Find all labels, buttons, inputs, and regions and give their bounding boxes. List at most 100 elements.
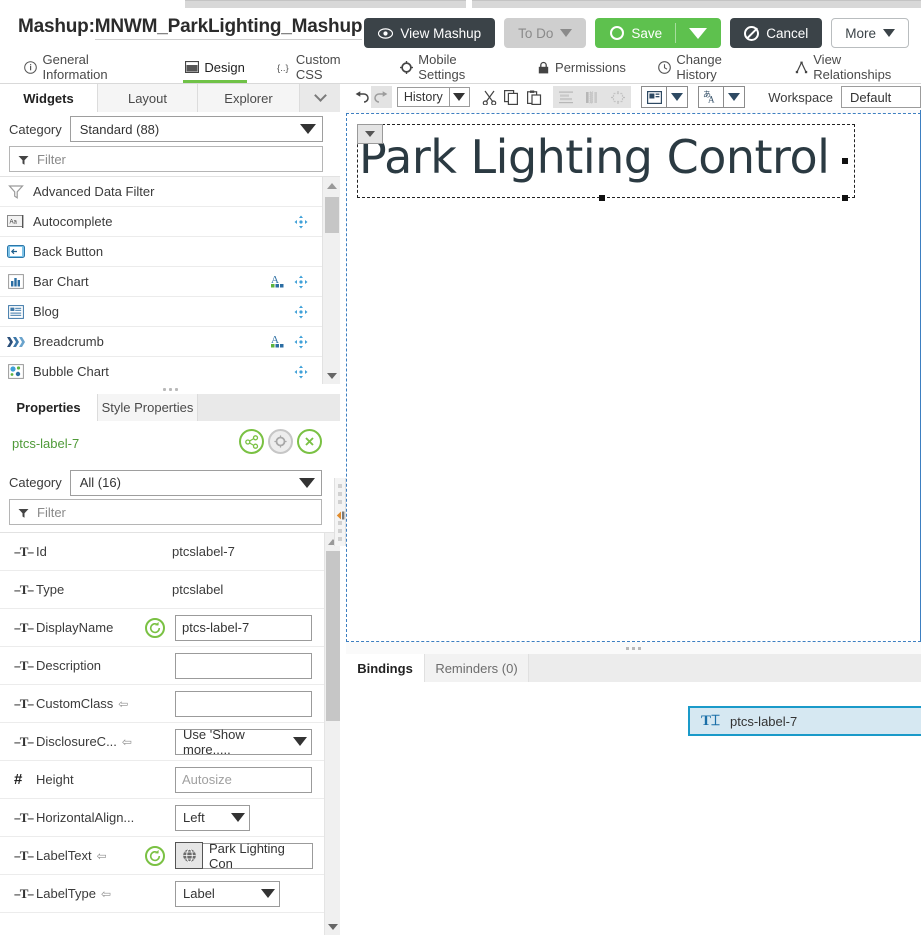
properties-category-select[interactable]: All (16) (69, 469, 322, 496)
bindings-diagram[interactable]: T⌶ ptcs-label-7 (346, 682, 921, 935)
mashup-canvas[interactable]: Park Lighting Control (346, 110, 921, 642)
tab-style-properties[interactable]: Style Properties (98, 394, 198, 421)
property-control[interactable]: Park Lighting Con (175, 841, 313, 871)
tab-layout[interactable]: Layout (98, 84, 198, 112)
properties-filter-input[interactable]: Filter (9, 499, 322, 525)
panel-vertical-splitter[interactable] (334, 478, 346, 546)
drag-handle-icon[interactable] (294, 365, 308, 379)
history-dropdown-arrow[interactable] (448, 87, 469, 107)
save-button[interactable]: Save (595, 18, 722, 48)
tab-bindings[interactable]: Bindings (346, 654, 424, 682)
delete-widget-button[interactable] (297, 429, 322, 454)
bottom-panel-splitter[interactable] (346, 642, 921, 654)
cut-button[interactable] (479, 86, 501, 108)
drag-handle-icon[interactable] (294, 215, 308, 229)
tab-view-relationships[interactable]: View Relationships (793, 51, 921, 83)
widget-context-menu-button[interactable] (357, 124, 383, 144)
translate-icon[interactable]: あA (698, 86, 725, 108)
labeltext-input[interactable]: Park Lighting Con (203, 841, 313, 871)
language-dropdown[interactable]: あA (698, 86, 746, 108)
list-item[interactable]: Breadcrumb A (0, 327, 340, 357)
align-columns-button[interactable] (579, 86, 605, 108)
list-item[interactable]: Back Button (0, 237, 340, 267)
horizontalalignment-select[interactable]: Left (175, 804, 250, 831)
widget-list-scrollbar[interactable] (322, 177, 340, 384)
widget-list[interactable]: Advanced Data Filter Aa Autocomplete Bac… (0, 176, 340, 384)
scroll-up-icon[interactable] (327, 183, 337, 189)
property-control[interactable]: ptcs-label-7 (175, 614, 312, 641)
binding-node[interactable]: T⌶ ptcs-label-7 (688, 706, 921, 736)
save-dropdown-button[interactable] (676, 18, 720, 48)
tab-permissions[interactable]: Permissions (534, 51, 628, 83)
redo-button[interactable] (371, 86, 392, 108)
layout-mode-icon[interactable] (641, 86, 668, 108)
list-item[interactable]: Advanced Data Filter (0, 177, 340, 207)
scrollbar-thumb[interactable] (325, 197, 339, 233)
height-input[interactable]: Autosize (175, 766, 312, 793)
properties-list[interactable]: – T – Id ptcslabel-7 – T – Type ptcslabel – T… (0, 532, 340, 935)
layout-mode-dropdown[interactable] (641, 86, 689, 108)
scroll-down-icon[interactable] (327, 373, 337, 379)
list-item[interactable]: Blog (0, 297, 340, 327)
canvas-root-container[interactable]: Park Lighting Control (346, 113, 921, 642)
layout-mode-arrow[interactable] (667, 86, 689, 108)
paste-button[interactable] (523, 86, 545, 108)
cancel-button[interactable]: Cancel (730, 18, 823, 48)
drag-handle-icon[interactable] (294, 305, 308, 319)
widget-settings-button[interactable] (268, 429, 293, 454)
tab-properties[interactable]: Properties (0, 394, 98, 421)
drag-handle-icon[interactable] (294, 335, 308, 349)
tab-design[interactable]: Design (183, 51, 248, 83)
labeltype-select[interactable]: Label (175, 880, 280, 907)
tab-change-history[interactable]: Change History (656, 51, 765, 83)
list-item[interactable]: Bubble Chart (0, 357, 340, 384)
property-control[interactable]: Label (175, 880, 280, 907)
copy-button[interactable] (501, 86, 523, 108)
tab-reminders[interactable]: Reminders (0) (424, 654, 529, 682)
resize-handle-bottom[interactable] (599, 195, 605, 201)
more-button[interactable]: More (831, 18, 909, 48)
undo-button[interactable] (351, 86, 371, 108)
property-control[interactable] (175, 652, 312, 679)
widget-category-select[interactable]: Standard (88) (69, 116, 323, 142)
history-dropdown[interactable]: History (396, 87, 470, 107)
list-item[interactable]: Bar Chart A (0, 267, 340, 297)
displayname-input[interactable]: ptcs-label-7 (175, 614, 312, 641)
tab-mobile-settings[interactable]: Mobile Settings (398, 51, 506, 83)
bind-widget-button[interactable] (239, 429, 264, 454)
fit-container-button[interactable] (605, 86, 631, 108)
tab-custom-css[interactable]: {..} Custom CSS (275, 51, 370, 83)
tab-widgets[interactable]: Widgets (0, 84, 98, 112)
label-widget-text[interactable]: Park Lighting Control (359, 130, 830, 184)
workspace-select[interactable]: Default (841, 86, 921, 108)
property-control[interactable] (175, 690, 312, 717)
reset-property-icon[interactable] (145, 617, 165, 638)
disclosurecontrol-select[interactable]: Use 'Show more..... (175, 727, 312, 757)
globe-icon[interactable] (175, 842, 203, 869)
resize-handle-corner[interactable] (842, 195, 848, 201)
customclass-input[interactable] (175, 690, 312, 717)
language-arrow[interactable] (724, 86, 746, 108)
scroll-down-icon[interactable] (328, 924, 338, 930)
scrollbar-thumb[interactable] (326, 551, 340, 721)
description-input[interactable] (175, 652, 312, 679)
list-item[interactable]: Aa Autocomplete (0, 207, 340, 237)
left-panel-overflow-button[interactable] (300, 84, 340, 112)
resize-handle-right[interactable] (842, 158, 848, 164)
view-mashup-button[interactable]: View Mashup (364, 18, 496, 48)
property-control[interactable]: Left (175, 804, 250, 831)
tab-general-information[interactable]: General Information (22, 51, 155, 83)
widget-filter-input[interactable]: Filter (9, 146, 323, 172)
todo-button[interactable]: To Do (504, 18, 587, 48)
left-panel-splitter[interactable] (0, 384, 340, 394)
property-control[interactable]: Autosize (175, 766, 312, 793)
reset-property-icon[interactable] (145, 845, 165, 866)
properties-list-scrollbar[interactable] (324, 533, 340, 935)
tab-explorer[interactable]: Explorer (198, 84, 300, 112)
property-control[interactable]: Use 'Show more..... (175, 727, 312, 757)
property-name-text: DisclosureC... (36, 734, 117, 749)
drag-handle-icon[interactable] (294, 275, 308, 289)
text-type-icon: – T – (14, 581, 34, 597)
align-rows-button[interactable] (553, 86, 579, 108)
splitter-collapse-icon[interactable] (336, 508, 345, 519)
